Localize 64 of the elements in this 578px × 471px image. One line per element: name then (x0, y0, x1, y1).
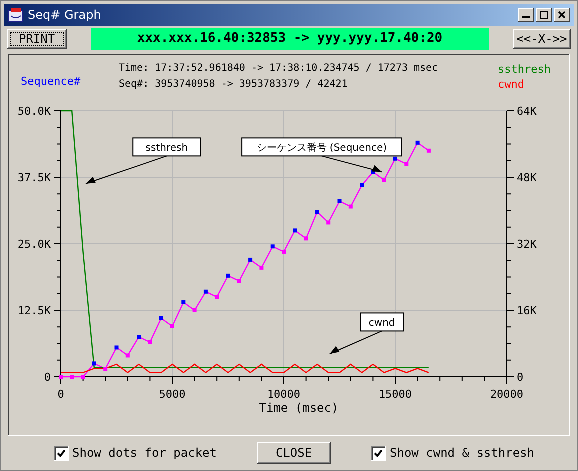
annotation-box (132, 137, 202, 156)
point (192, 308, 197, 312)
time-range: Time: 17:37:52.961840 -> 17:38:10.234745 / 17273 msec (119, 62, 438, 76)
checkbox-label: Show cwnd & ssthresh (390, 445, 534, 462)
checkbox[interactable] (54, 446, 68, 461)
point (59, 374, 63, 379)
axis-label: 32K (517, 238, 537, 251)
axis-label: 0 (58, 388, 64, 399)
axis-label: 10000 (267, 388, 301, 399)
point (326, 220, 331, 224)
check-icon (56, 448, 66, 458)
point (237, 278, 242, 283)
leader-arrow (321, 155, 383, 172)
axis-label: 64K (517, 104, 537, 118)
point (81, 374, 86, 379)
axis-label: 48K (517, 171, 537, 184)
point (126, 353, 130, 358)
point (304, 236, 308, 240)
axis-label: 37.5K (18, 171, 51, 184)
close-button[interactable] (554, 8, 570, 22)
window-title: Seq# Graph (28, 6, 102, 24)
maximize-icon (540, 10, 548, 19)
axis-label: 25.0K (18, 238, 51, 251)
point (282, 250, 286, 254)
point (70, 374, 74, 379)
point (348, 204, 353, 208)
axis-label: 50.0K (18, 104, 51, 118)
maximize-button[interactable] (536, 8, 552, 22)
axis-label: 20000 (490, 388, 524, 399)
axis-label: 16K (517, 304, 537, 318)
point (170, 324, 174, 328)
annotation-label: cwnd (368, 318, 396, 329)
point (404, 162, 409, 166)
legend-label: ssthresh (498, 62, 551, 77)
minimize-button[interactable] (518, 8, 534, 22)
checkbox-label: Show dots for packet (72, 445, 217, 462)
leader-arrow (329, 330, 383, 354)
legend-label: cwnd (498, 76, 526, 92)
print-button[interactable]: PRINT (7, 28, 67, 49)
annotation-label: ssthresh (146, 142, 188, 154)
point (215, 294, 220, 299)
sequence-range: Seq#: 3953740958 -> 3953783379 / 42421 (119, 78, 349, 92)
check-icon (374, 448, 383, 458)
close-icon (558, 10, 566, 19)
point (148, 340, 152, 344)
annotation-box (360, 312, 404, 332)
axis-label: 12.5K (18, 304, 51, 318)
close-dialog-button[interactable]: CLOSE (257, 442, 331, 464)
checkbox[interactable] (371, 446, 386, 461)
axis-label: 15000 (378, 388, 412, 399)
app-icon (8, 6, 24, 23)
left-axis-title: Sequence# (21, 74, 82, 90)
point (426, 148, 431, 153)
point (104, 366, 108, 371)
axis-label: 0 (44, 370, 51, 384)
minimize-icon (522, 16, 530, 18)
point (382, 178, 386, 182)
x-axis-title: Time (msec) (259, 400, 339, 417)
swap-button[interactable]: <<-X->> (513, 28, 571, 49)
annotation-label: シーケンス番号 (Sequence) (256, 142, 388, 154)
axis-label: 5000 (159, 388, 186, 399)
axis-label: 0 (517, 370, 524, 384)
connection-bar: xxx.xxx.16.40:32853 -> yyy.yyy.17.40:20 (91, 28, 489, 50)
point (260, 266, 264, 270)
